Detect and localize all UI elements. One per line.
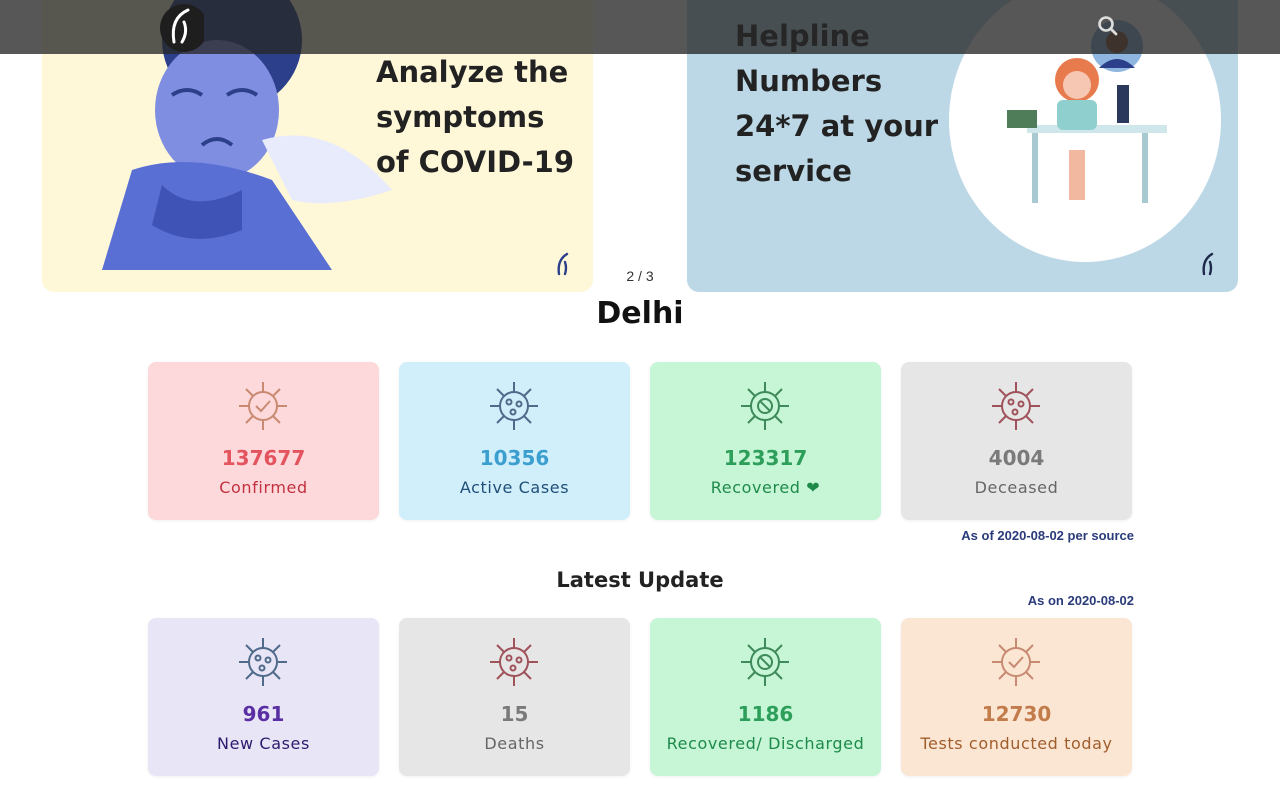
card-recovered: 123317 Recovered ❤ bbox=[650, 362, 881, 520]
recovered-count: 123317 bbox=[723, 446, 808, 470]
brand-mark-icon bbox=[1202, 252, 1214, 276]
virus-icon bbox=[239, 638, 287, 686]
virus-icon bbox=[490, 382, 538, 430]
deaths-label: Deaths bbox=[484, 734, 545, 753]
carousel-pager: 2 / 3 bbox=[626, 268, 654, 284]
deceased-count: 4004 bbox=[988, 446, 1045, 470]
latest-update-title: Latest Update bbox=[556, 568, 724, 592]
new-cases-label: New Cases bbox=[217, 734, 310, 753]
virus-icon bbox=[992, 382, 1040, 430]
slide-symptoms-text: Analyze the symptoms of COVID-19 bbox=[376, 55, 575, 179]
virus-icon bbox=[992, 638, 1040, 686]
active-label: Active Cases bbox=[459, 478, 570, 497]
card-recovered-discharged: 1186 Recovered/ Discharged bbox=[650, 618, 881, 776]
card-tests-today: 12730 Tests conducted today bbox=[901, 618, 1132, 776]
deceased-label: Deceased bbox=[974, 478, 1059, 497]
new-cases-count: 961 bbox=[242, 702, 285, 726]
virus-icon bbox=[741, 382, 789, 430]
virus-icon bbox=[490, 638, 538, 686]
recovered-discharged-count: 1186 bbox=[737, 702, 794, 726]
top-navbar bbox=[0, 0, 1280, 54]
active-count: 10356 bbox=[479, 446, 550, 470]
card-confirmed: 137677 Confirmed bbox=[148, 362, 379, 520]
deaths-count: 15 bbox=[500, 702, 529, 726]
latest-as-on: As on 2020-08-02 bbox=[1027, 593, 1134, 608]
logo-icon[interactable] bbox=[158, 2, 204, 54]
page-title: Delhi bbox=[596, 296, 684, 331]
confirmed-label: Confirmed bbox=[219, 478, 308, 497]
search-icon[interactable] bbox=[1094, 12, 1122, 40]
recovered-label: Recovered ❤ bbox=[710, 478, 821, 497]
tests-count: 12730 bbox=[981, 702, 1052, 726]
virus-icon bbox=[741, 638, 789, 686]
confirmed-count: 137677 bbox=[221, 446, 306, 470]
helpline-operator-illustration bbox=[1007, 58, 1167, 203]
virus-icon bbox=[239, 382, 287, 430]
brand-mark-icon bbox=[557, 252, 569, 276]
recovered-discharged-label: Recovered/ Discharged bbox=[666, 734, 865, 753]
card-active: 10356 Active Cases bbox=[399, 362, 630, 520]
card-deaths: 15 Deaths bbox=[399, 618, 630, 776]
tests-label: Tests conducted today bbox=[920, 734, 1113, 753]
card-new-cases: 961 New Cases bbox=[148, 618, 379, 776]
summary-as-of: As of 2020-08-02 per source bbox=[961, 528, 1134, 543]
card-deceased: 4004 Deceased bbox=[901, 362, 1132, 520]
